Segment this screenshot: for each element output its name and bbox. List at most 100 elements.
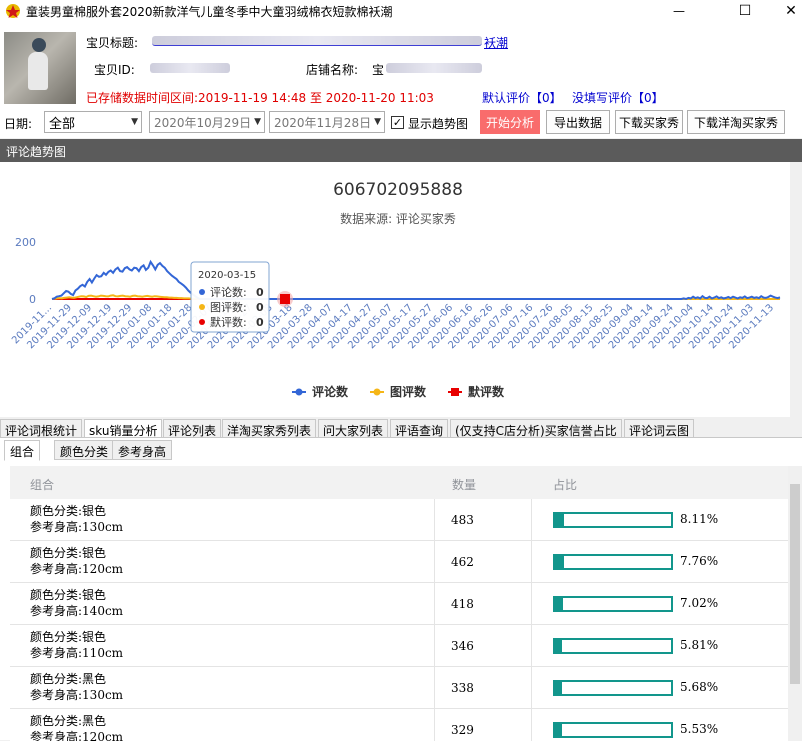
- title-label: 宝贝标题:: [86, 36, 139, 50]
- tab-review-query[interactable]: 评语查询: [390, 419, 449, 438]
- download-global-buyer-show-label: 下载洋淘买家秀: [693, 115, 778, 130]
- legend-item-default-comments[interactable]: 默评数: [448, 384, 505, 399]
- maximize-icon: ☐: [738, 3, 752, 19]
- ratio-bar: [553, 512, 673, 528]
- legend-label: 默评数: [468, 384, 505, 399]
- table-row[interactable]: 颜色分类:黑色 参考身高:130cm 338 5.68%: [10, 667, 788, 709]
- combo-cell: 颜色分类:银色 参考身高:140cm: [30, 587, 123, 619]
- tab-root-word-stats[interactable]: 评论词根统计: [0, 419, 83, 438]
- tab-global-buyer-show[interactable]: 洋淘买家秀列表: [222, 419, 317, 438]
- show-trend-checkbox[interactable]: ✓: [391, 116, 404, 129]
- tooltip-value: 0: [256, 286, 264, 299]
- chevron-down-icon: ▼: [131, 117, 138, 127]
- default-reviews-link[interactable]: 默认评价【0】: [482, 89, 562, 106]
- table-header: 组合 数量 占比: [10, 466, 788, 499]
- tab-ask-list[interactable]: 问大家列表: [318, 419, 389, 438]
- end-date-value: 2020年11月28日: [274, 115, 372, 130]
- id-value-redacted: [150, 63, 230, 73]
- subtab-label: 颜色分类: [60, 445, 109, 459]
- combo-line1: 颜色分类:银色: [30, 504, 107, 518]
- tooltip-value: 0: [256, 301, 264, 314]
- ratio-text: 7.76%: [680, 554, 719, 568]
- trend-chart: 606702095888 数据来源: 评论买家秀 200 0 2019-11..…: [0, 162, 790, 417]
- subtab-height[interactable]: 参考身高: [112, 440, 173, 460]
- ratio-bar-fill: [555, 514, 565, 526]
- table-scrollbar[interactable]: [788, 466, 802, 741]
- tab-word-cloud[interactable]: 评论词云图: [624, 419, 695, 438]
- table-row[interactable]: 颜色分类:银色 参考身高:110cm 346 5.81%: [10, 625, 788, 667]
- start-analysis-button[interactable]: 开始分析: [480, 110, 540, 134]
- tab-label: sku销量分析: [89, 424, 158, 438]
- no-review-link[interactable]: 没填写评价【0】: [572, 89, 664, 106]
- title-link-redacted[interactable]: [152, 36, 482, 46]
- combo-line1: 颜色分类:银色: [30, 630, 107, 644]
- title-link-tail[interactable]: 袄潮: [484, 34, 508, 51]
- combo-cell: 颜色分类:黑色参考身高:120cm: [30, 713, 123, 741]
- download-buyer-show-button[interactable]: 下载买家秀: [615, 110, 683, 134]
- tab-label: 问大家列表: [323, 424, 384, 438]
- table-row[interactable]: 颜色分类:银色 参考身高:130cm 483 8.11%: [10, 499, 788, 541]
- subtab-label: 参考身高: [118, 445, 167, 459]
- id-label: 宝贝ID:: [94, 63, 135, 77]
- legend-item-image-comments[interactable]: 图评数: [370, 384, 427, 399]
- header-ratio: 占比: [553, 478, 578, 492]
- y-tick-label: 0: [29, 293, 36, 306]
- range-select-value: 全部: [49, 116, 76, 132]
- ratio-bar: [553, 722, 673, 738]
- header-qty: 数量: [452, 478, 477, 492]
- combo-cell: 颜色分类:银色 参考身高:130cm: [30, 503, 123, 535]
- tab-label: 评论列表: [168, 424, 217, 438]
- qty-cell: 483: [434, 499, 532, 541]
- hover-marker[interactable]: [280, 294, 290, 304]
- ratio-bar-fill: [555, 598, 564, 610]
- ratio-text: 8.11%: [680, 512, 719, 526]
- range-select[interactable]: 全部 ▼: [44, 111, 142, 133]
- subtab-combo[interactable]: 组合: [4, 440, 41, 461]
- table-row[interactable]: 颜色分类:银色 参考身高:120cm 462 7.76%: [10, 541, 788, 583]
- tab-label: (仅支持C店分析)买家信誉占比: [455, 424, 617, 438]
- tooltip-label: 默评数:: [210, 316, 247, 329]
- table-row[interactable]: 颜色分类:黑色 参考身高:120cm 329 5.53%: [10, 709, 788, 741]
- download-global-buyer-show-button[interactable]: 下载洋淘买家秀: [687, 110, 785, 134]
- tab-review-list[interactable]: 评论列表: [163, 419, 222, 438]
- sku-sales-panel: 组合 颜色分类 参考身高 组合 数量 占比 颜色分类:银色 参考身高:130cm 4…: [0, 437, 802, 741]
- ratio-bar: [553, 554, 673, 570]
- qty-cell: 418: [434, 583, 532, 625]
- subtab-color[interactable]: 颜色分类: [54, 440, 115, 460]
- qty-cell: 346: [434, 625, 532, 667]
- combo-cell: 颜色分类:黑色 参考身高:130cm: [30, 671, 123, 703]
- ratio-bar-fill: [555, 640, 562, 652]
- tab-buyer-credit-ratio[interactable]: (仅支持C店分析)买家信誉占比: [450, 419, 622, 438]
- combo-line1: 颜色分类:黑色: [30, 714, 107, 728]
- close-button[interactable]: ✕: [768, 0, 802, 22]
- start-analysis-label: 开始分析: [485, 115, 534, 130]
- chevron-down-icon: ▼: [254, 117, 261, 127]
- window-title: 童装男童棉服外套2020新款洋气儿童冬季中大童羽绒棉衣短款棉袄潮: [26, 5, 393, 19]
- ratio-text: 7.02%: [680, 596, 719, 610]
- chart-subtitle: 数据来源: 评论买家秀: [340, 211, 456, 226]
- combo-line1: 颜色分类:银色: [30, 588, 107, 602]
- table-row[interactable]: 颜色分类:银色 参考身高:140cm 418 7.02%: [10, 583, 788, 625]
- shop-value: 宝: [372, 63, 385, 77]
- legend-item-comments[interactable]: 评论数: [292, 384, 349, 399]
- ratio-bar-fill: [555, 682, 562, 694]
- qty-cell: 329: [434, 709, 532, 741]
- tab-sku-sales[interactable]: sku销量分析: [84, 419, 163, 439]
- combo-line2: 参考身高:120cm: [30, 730, 124, 741]
- end-date-picker[interactable]: 2020年11月28日 ▼: [269, 111, 385, 133]
- shop-value-redacted: [386, 63, 482, 73]
- product-thumbnail: [4, 32, 76, 104]
- minimize-button[interactable]: —: [656, 0, 702, 22]
- trend-chart-svg: 606702095888 数据来源: 评论买家秀 200 0 2019-11..…: [10, 180, 781, 399]
- trend-section-title: 评论趋势图: [6, 145, 67, 159]
- trend-section-header: 评论趋势图: [0, 139, 802, 162]
- ratio-text: 5.81%: [680, 638, 719, 652]
- subtab-label: 组合: [10, 445, 35, 459]
- start-date-picker[interactable]: 2020年10月29日 ▼: [149, 111, 265, 133]
- tab-label: 评论词根统计: [5, 424, 78, 438]
- tab-label: 评论词云图: [629, 424, 690, 438]
- scrollbar-thumb[interactable]: [790, 484, 800, 684]
- export-data-button[interactable]: 导出数据: [546, 110, 610, 134]
- ratio-text: 5.68%: [680, 680, 719, 694]
- maximize-button[interactable]: ☐: [722, 0, 768, 22]
